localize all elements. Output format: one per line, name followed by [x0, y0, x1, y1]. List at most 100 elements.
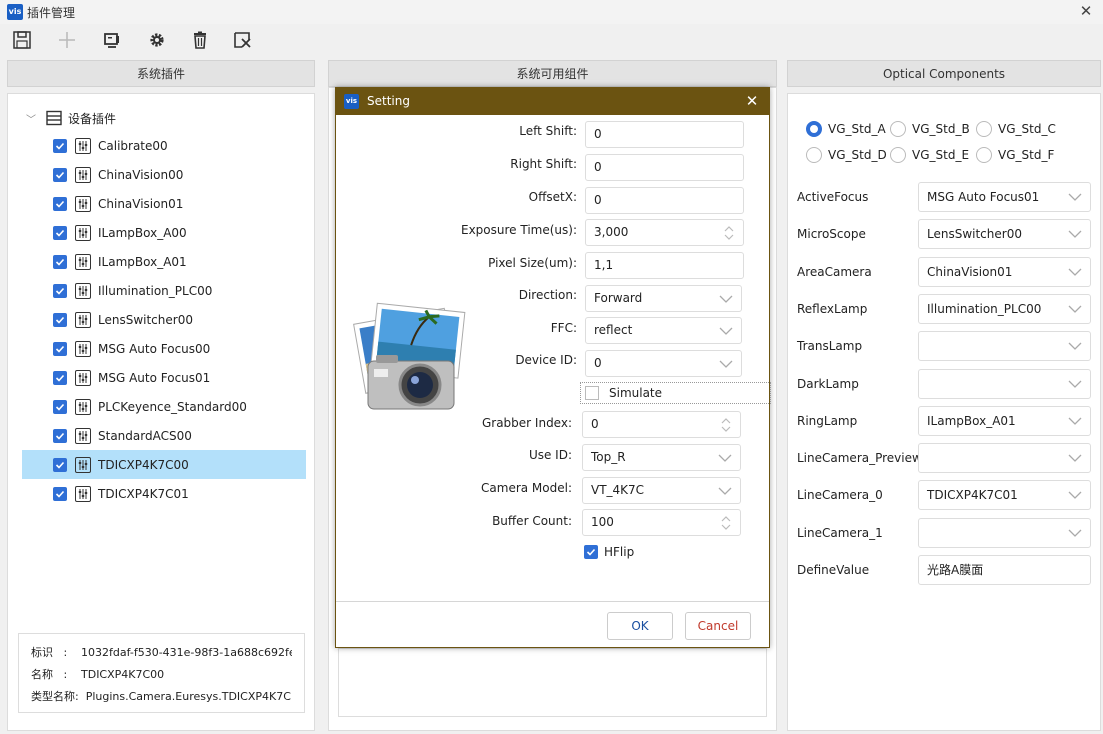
plugin-sliders-icon: [75, 485, 91, 502]
window-title: 插件管理: [27, 6, 76, 20]
checkbox-checked-icon[interactable]: [53, 138, 67, 153]
checkmark-icon[interactable]: [584, 545, 598, 559]
pixel-size-label: Pixel Size(um):: [488, 256, 577, 270]
tree-item[interactable]: MSG Auto Focus00: [22, 334, 306, 363]
device-id-select[interactable]: 0: [585, 350, 742, 377]
property-label: AreaCamera: [797, 264, 872, 279]
tree-item[interactable]: Calibrate00: [22, 131, 306, 160]
tree-item[interactable]: ILampBox_A01: [22, 247, 306, 276]
plugin-sliders-icon: [75, 369, 91, 386]
property-select[interactable]: ChinaVision01: [918, 256, 1091, 287]
cancel-button[interactable]: Cancel: [685, 612, 751, 640]
use-id-select[interactable]: Top_R: [582, 444, 741, 471]
tree-item[interactable]: ChinaVision01: [22, 189, 306, 218]
radio-vg-std-c[interactable]: VG_Std_C: [976, 121, 1056, 137]
gear-icon: [150, 33, 164, 47]
direction-select[interactable]: Forward: [585, 285, 742, 312]
property-select[interactable]: [918, 368, 1091, 399]
dialog-close-button[interactable]: ✕: [743, 91, 761, 111]
property-select[interactable]: LensSwitcher00: [918, 219, 1091, 250]
tree-item[interactable]: ChinaVision00: [22, 160, 306, 189]
tree-item-label: ChinaVision00: [98, 167, 184, 182]
delete-button[interactable]: [188, 28, 212, 52]
radio-vg-std-f[interactable]: VG_Std_F: [976, 147, 1054, 163]
offset-x-input[interactable]: 0: [585, 187, 744, 214]
dialog-divider: [336, 601, 769, 602]
simulate-checkbox[interactable]: Simulate: [580, 382, 771, 404]
tree-item-label: StandardACS00: [98, 428, 192, 443]
checkbox-checked-icon[interactable]: [53, 428, 67, 443]
property-value: LensSwitcher00: [927, 227, 1022, 242]
tree-item[interactable]: ILampBox_A00: [22, 218, 306, 247]
tree-item[interactable]: TDICXP4K7C00: [22, 450, 306, 479]
offset-x-label: OffsetX:: [528, 190, 577, 204]
spin-arrows-icon[interactable]: [724, 226, 734, 240]
checkbox-checked-icon[interactable]: [53, 254, 67, 269]
property-select[interactable]: Illumination_PLC00: [918, 293, 1091, 324]
pixel-size-input[interactable]: 1,1: [585, 252, 744, 279]
ok-button[interactable]: OK: [607, 612, 673, 640]
property-label: LineCamera_1: [797, 525, 883, 540]
property-select[interactable]: ILampBox_A01: [918, 405, 1091, 436]
radio-vg-std-a[interactable]: VG_Std_A: [806, 121, 886, 137]
radio-vg-std-e[interactable]: VG_Std_E: [890, 147, 969, 163]
tree-item[interactable]: Illumination_PLC00: [22, 276, 306, 305]
checkbox-checked-icon[interactable]: [53, 457, 67, 472]
tree-item[interactable]: MSG Auto Focus01: [22, 363, 306, 392]
radio-dot-icon[interactable]: [890, 121, 906, 137]
property-select[interactable]: [918, 331, 1091, 362]
checkbox-checked-icon[interactable]: [53, 399, 67, 414]
tree-item[interactable]: TDICXP4K7C01: [22, 479, 306, 508]
property-select[interactable]: TDICXP4K7C01: [918, 480, 1091, 511]
property-label: ActiveFocus: [797, 190, 869, 204]
radio-vg-std-d[interactable]: VG_Std_D: [806, 147, 887, 163]
checkbox-checked-icon[interactable]: [53, 225, 67, 240]
right-shift-input[interactable]: 0: [585, 154, 744, 181]
spin-arrows-icon[interactable]: [721, 516, 731, 530]
radio-vg-std-b[interactable]: VG_Std_B: [890, 121, 970, 137]
window-close-button[interactable]: ✕: [1077, 2, 1095, 20]
ffc-select[interactable]: reflect: [585, 317, 742, 344]
chevron-down-icon[interactable]: ﹀: [26, 111, 38, 126]
property-select[interactable]: MSG Auto Focus01: [918, 182, 1091, 212]
tree-item[interactable]: PLCKeyence_Standard00: [22, 392, 306, 421]
grabber-index-spinbox[interactable]: 0: [582, 411, 741, 438]
clear-button[interactable]: [230, 28, 254, 52]
tree-root-device-plugins[interactable]: ﹀ 设备插件: [26, 108, 116, 128]
property-select[interactable]: [918, 517, 1091, 548]
save-button[interactable]: [10, 28, 34, 52]
radio-dot-icon[interactable]: [976, 121, 992, 137]
add-button[interactable]: [55, 28, 79, 52]
define-value-input[interactable]: 光路A膜面: [918, 555, 1091, 585]
spin-arrows-icon[interactable]: [721, 418, 731, 432]
ffc-label: FFC:: [550, 321, 577, 335]
checkbox-checked-icon[interactable]: [53, 167, 67, 182]
radio-dot-icon[interactable]: [890, 147, 906, 163]
camera-model-select[interactable]: VT_4K7C: [582, 477, 741, 504]
buffer-count-spinbox[interactable]: 100: [582, 509, 741, 536]
property-value: TDICXP4K7C01: [927, 488, 1018, 503]
checkbox-checked-icon[interactable]: [53, 341, 67, 356]
settings-button[interactable]: [145, 28, 169, 52]
checkbox-checked-icon[interactable]: [53, 283, 67, 298]
property-label: RingLamp: [797, 413, 858, 428]
hflip-checkbox[interactable]: HFlip: [584, 545, 634, 559]
tree-item[interactable]: LensSwitcher00: [22, 305, 306, 334]
left-shift-input[interactable]: 0: [585, 121, 744, 148]
checkbox-checked-icon[interactable]: [53, 196, 67, 211]
checkbox-checked-icon[interactable]: [53, 312, 67, 327]
checkbox-checked-icon[interactable]: [53, 370, 67, 385]
exposure-time-spinbox[interactable]: 3,000: [585, 219, 744, 246]
tree-item[interactable]: StandardACS00: [22, 421, 306, 450]
monitor-button[interactable]: [100, 28, 124, 52]
app-logo-icon: vis: [344, 94, 359, 109]
property-value: Illumination_PLC00: [927, 301, 1042, 316]
optical-components-panel: VG_Std_A VG_Std_B VG_Std_C VG_Std_D VG_Std_E…: [787, 93, 1101, 731]
chevron-down-icon: [719, 295, 733, 303]
radio-dot-icon[interactable]: [806, 147, 822, 163]
simulate-check-box[interactable]: [585, 386, 599, 400]
property-select[interactable]: [918, 443, 1091, 474]
radio-dot-icon[interactable]: [976, 147, 992, 163]
radio-dot-icon[interactable]: [806, 121, 822, 137]
checkbox-checked-icon[interactable]: [53, 486, 67, 501]
